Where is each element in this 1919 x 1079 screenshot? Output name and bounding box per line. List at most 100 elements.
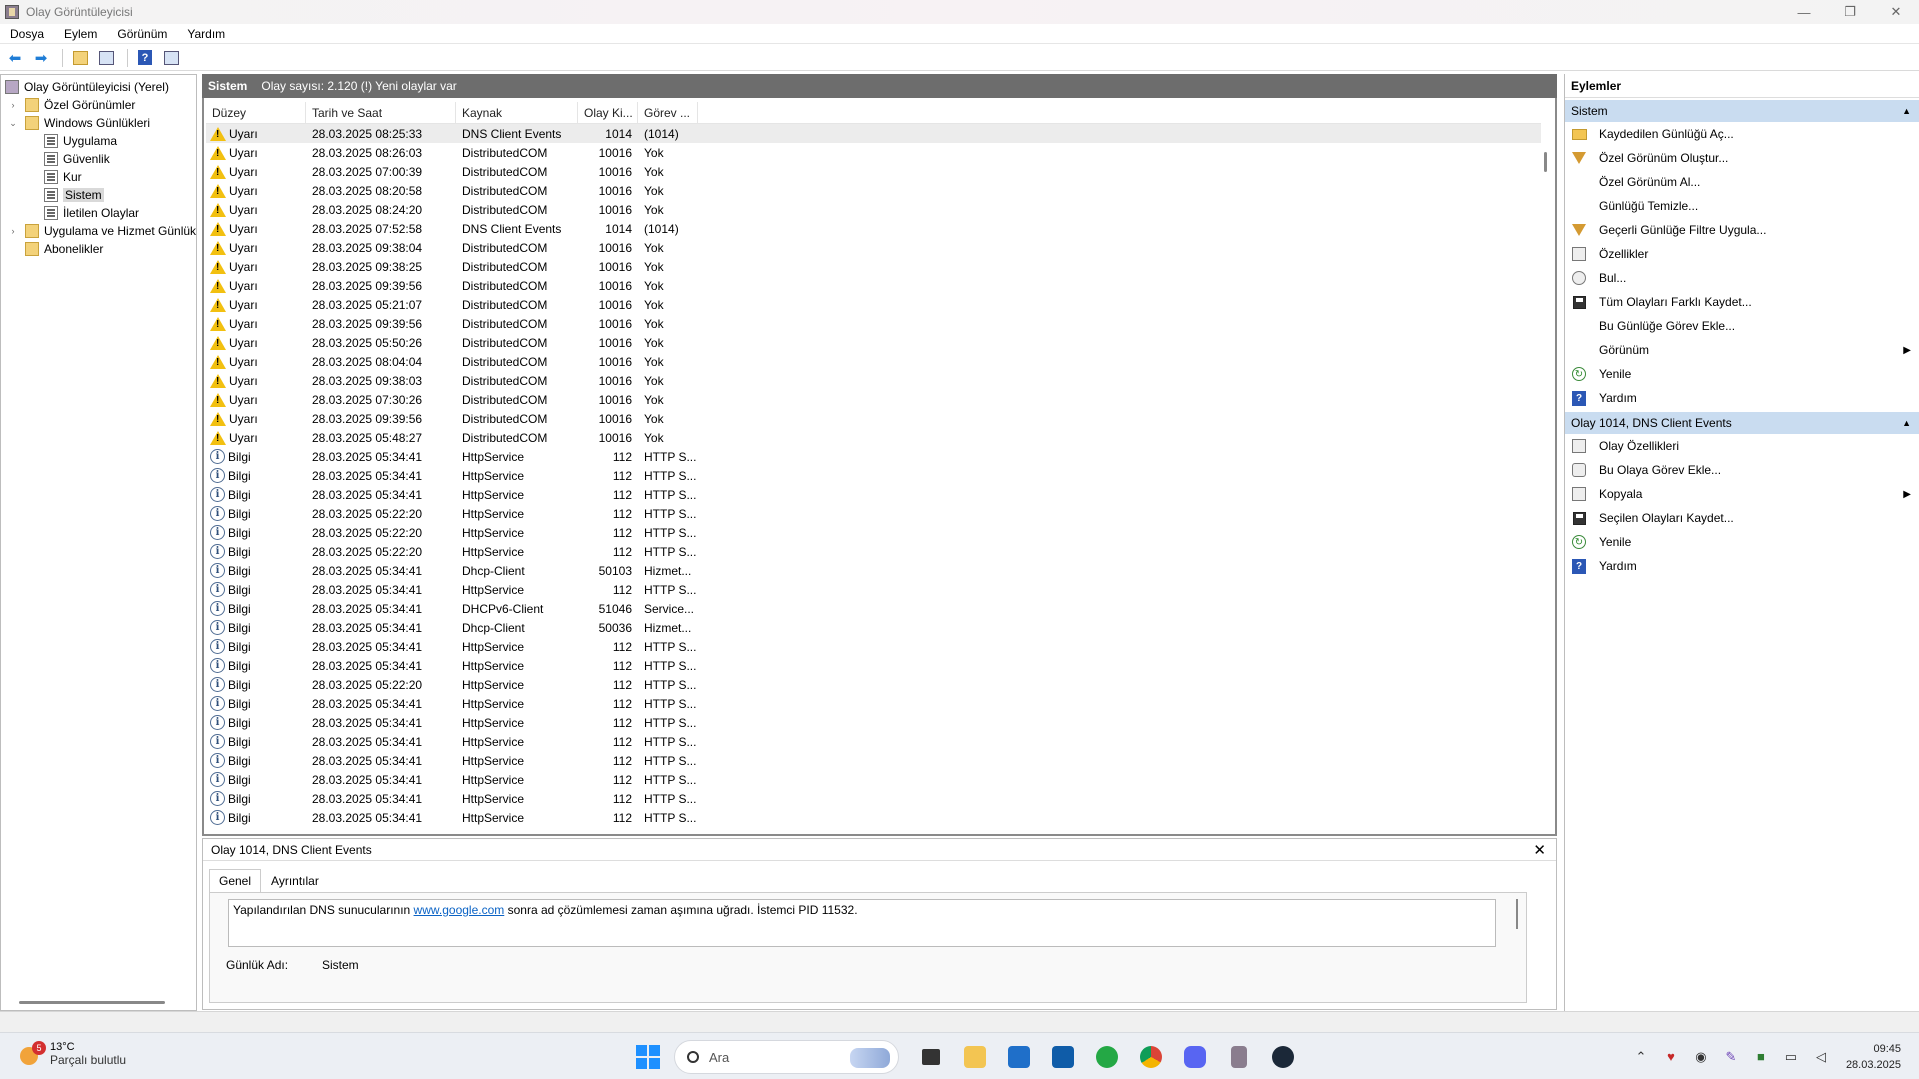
table-row[interactable]: i Bilgi 28.03.2025 05:34:41 HttpService 112 H…: [206, 447, 1541, 466]
table-row[interactable]: Uyarı 28.03.2025 08:20:58 DistributedCOM 10…: [206, 181, 1541, 200]
action-item[interactable]: Özellikler: [1565, 242, 1919, 266]
action-item[interactable]: Tüm Olayları Farklı Kaydet...: [1565, 290, 1919, 314]
action-item[interactable]: Bu Olaya Görev Ekle...: [1565, 458, 1919, 482]
show-hide-action-pane-button[interactable]: [160, 48, 182, 68]
table-row[interactable]: Uyarı 28.03.2025 07:00:39 DistributedCOM 10…: [206, 162, 1541, 181]
tree-item-custom-views[interactable]: › Özel Görünümler: [7, 96, 135, 114]
whatsapp-button[interactable]: [1089, 1039, 1125, 1075]
table-row[interactable]: i Bilgi 28.03.2025 05:34:41 Dhcp-Client 5010…: [206, 561, 1541, 580]
table-row[interactable]: i Bilgi 28.03.2025 05:34:41 HttpService 112 H…: [206, 656, 1541, 675]
chrome-button[interactable]: [1133, 1039, 1169, 1075]
table-row[interactable]: Uyarı 28.03.2025 07:30:26 DistributedCOM 10…: [206, 390, 1541, 409]
show-hide-tree-button[interactable]: [95, 48, 117, 68]
store-button[interactable]: [1001, 1039, 1037, 1075]
minimize-button[interactable]: —: [1781, 0, 1827, 24]
table-row[interactable]: Uyarı 28.03.2025 09:38:03 DistributedCOM 10…: [206, 371, 1541, 390]
maximize-button[interactable]: ❐: [1827, 0, 1873, 24]
action-section-header[interactable]: Olay 1014, DNS Client Events ▲: [1565, 412, 1919, 434]
table-row[interactable]: i Bilgi 28.03.2025 05:34:41 HttpService 112 H…: [206, 485, 1541, 504]
action-item[interactable]: Özel Görünüm Oluştur...: [1565, 146, 1919, 170]
chevron-up-icon[interactable]: ⌃: [1626, 1042, 1656, 1072]
table-row[interactable]: i Bilgi 28.03.2025 05:34:41 HttpService 112 H…: [206, 770, 1541, 789]
collapse-arrow-icon[interactable]: ▲: [1902, 106, 1911, 116]
column-header-level[interactable]: Düzey: [206, 102, 306, 123]
action-item[interactable]: Özel Görünüm Al...: [1565, 170, 1919, 194]
chevron-right-icon[interactable]: ›: [7, 226, 19, 236]
clock[interactable]: 09:45 28.03.2025: [1846, 1041, 1901, 1073]
tree-item-app-service-logs[interactable]: › Uygulama ve Hizmet Günlük: [7, 222, 196, 240]
start-button[interactable]: [636, 1045, 660, 1069]
table-row[interactable]: i Bilgi 28.03.2025 05:34:41 HttpService 112 H…: [206, 694, 1541, 713]
network-icon[interactable]: ▭: [1776, 1042, 1806, 1072]
discord-button[interactable]: [1177, 1039, 1213, 1075]
table-row[interactable]: Uyarı 28.03.2025 09:38:25 DistributedCOM 10…: [206, 257, 1541, 276]
collapse-arrow-icon[interactable]: ▲: [1902, 418, 1911, 428]
table-row[interactable]: Uyarı 28.03.2025 05:48:27 DistributedCOM 10…: [206, 428, 1541, 447]
table-row[interactable]: i Bilgi 28.03.2025 05:22:20 HttpService 112 H…: [206, 542, 1541, 561]
action-item[interactable]: Görünüm ▶: [1565, 338, 1919, 362]
close-detail-button[interactable]: ✕: [1533, 841, 1546, 859]
tree-item-subscriptions[interactable]: Abonelikler: [25, 240, 103, 258]
action-item[interactable]: ? Yardım: [1565, 554, 1919, 578]
tree-item-forwarded-events[interactable]: İletilen Olaylar: [44, 204, 139, 222]
tree-item-application[interactable]: Uygulama: [44, 132, 117, 150]
action-item[interactable]: Olay Özellikleri: [1565, 434, 1919, 458]
action-item[interactable]: Kaydedilen Günlüğü Aç...: [1565, 122, 1919, 146]
tab-details[interactable]: Ayrıntılar: [261, 869, 329, 893]
column-header-task[interactable]: Görev ...: [638, 102, 698, 123]
pen-icon[interactable]: ✎: [1716, 1042, 1746, 1072]
tree-item-windows-logs[interactable]: ⌄ Windows Günlükleri: [7, 114, 150, 132]
table-row[interactable]: Uyarı 28.03.2025 08:24:20 DistributedCOM 10…: [206, 200, 1541, 219]
table-row[interactable]: i Bilgi 28.03.2025 05:34:41 HttpService 112 H…: [206, 466, 1541, 485]
table-row[interactable]: i Bilgi 28.03.2025 05:34:41 HttpService 112 H…: [206, 789, 1541, 808]
event-viewer-taskbar-button[interactable]: [1221, 1039, 1257, 1075]
action-item[interactable]: ↻ Yenile: [1565, 530, 1919, 554]
message-link[interactable]: www.google.com: [414, 903, 505, 917]
volume-icon[interactable]: ◁: [1806, 1042, 1836, 1072]
action-section-header[interactable]: Sistem ▲: [1565, 100, 1919, 122]
menu-gorunum[interactable]: Görünüm: [107, 27, 177, 41]
back-button[interactable]: ⬅: [4, 48, 26, 68]
table-row[interactable]: Uyarı 28.03.2025 08:25:33 DNS Client Event…: [206, 124, 1541, 143]
steam-tray-icon[interactable]: ◉: [1686, 1042, 1716, 1072]
tree-item-root[interactable]: Olay Görüntüleyicisi (Yerel): [5, 78, 169, 96]
column-header-source[interactable]: Kaynak: [456, 102, 578, 123]
table-row[interactable]: i Bilgi 28.03.2025 05:34:41 HttpService 112 H…: [206, 808, 1541, 827]
table-row[interactable]: i Bilgi 28.03.2025 05:22:20 HttpService 112 H…: [206, 504, 1541, 523]
column-header-date[interactable]: Tarih ve Saat: [306, 102, 456, 123]
menu-yardim[interactable]: Yardım: [177, 27, 235, 41]
table-row[interactable]: Uyarı 28.03.2025 08:26:03 DistributedCOM 10…: [206, 143, 1541, 162]
table-row[interactable]: Uyarı 28.03.2025 09:39:56 DistributedCOM 10…: [206, 276, 1541, 295]
action-item[interactable]: Kopyala ▶: [1565, 482, 1919, 506]
action-item[interactable]: ? Yardım: [1565, 386, 1919, 410]
table-row[interactable]: i Bilgi 28.03.2025 05:34:41 Dhcp-Client 5003…: [206, 618, 1541, 637]
task-view-button[interactable]: [913, 1039, 949, 1075]
action-item[interactable]: Bu Günlüğe Görev Ekle...: [1565, 314, 1919, 338]
chevron-right-icon[interactable]: ›: [7, 100, 19, 110]
column-header-event-id[interactable]: Olay Ki...: [578, 102, 638, 123]
nvidia-icon[interactable]: ■: [1746, 1042, 1776, 1072]
table-row[interactable]: i Bilgi 28.03.2025 05:22:20 HttpService 112 H…: [206, 675, 1541, 694]
table-row[interactable]: Uyarı 28.03.2025 07:52:58 DNS Client Event…: [206, 219, 1541, 238]
horizontal-scrollbar[interactable]: [19, 1001, 165, 1004]
table-row[interactable]: Uyarı 28.03.2025 05:21:07 DistributedCOM 10…: [206, 295, 1541, 314]
table-row[interactable]: i Bilgi 28.03.2025 05:34:41 HttpService 112 H…: [206, 580, 1541, 599]
tree-item-setup[interactable]: Kur: [44, 168, 82, 186]
close-button[interactable]: ✕: [1873, 0, 1919, 24]
table-row[interactable]: i Bilgi 28.03.2025 05:34:41 HttpService 112 H…: [206, 713, 1541, 732]
help-button[interactable]: ?: [134, 48, 156, 68]
outlook-button[interactable]: [1045, 1039, 1081, 1075]
taskbar-search[interactable]: Ara: [674, 1040, 899, 1074]
file-explorer-button[interactable]: [957, 1039, 993, 1075]
menu-eylem[interactable]: Eylem: [54, 27, 107, 41]
vertical-scrollbar[interactable]: [1544, 152, 1547, 172]
table-row[interactable]: Uyarı 28.03.2025 05:50:26 DistributedCOM 10…: [206, 333, 1541, 352]
table-row[interactable]: i Bilgi 28.03.2025 05:34:41 HttpService 112 H…: [206, 751, 1541, 770]
action-item[interactable]: Bul...: [1565, 266, 1919, 290]
weather-widget[interactable]: 5 13°C Parçalı bulutlu: [18, 1041, 126, 1067]
table-row[interactable]: i Bilgi 28.03.2025 05:34:41 HttpService 112 H…: [206, 732, 1541, 751]
table-row[interactable]: i Bilgi 28.03.2025 05:22:20 HttpService 112 H…: [206, 523, 1541, 542]
antivirus-icon[interactable]: ♥: [1656, 1042, 1686, 1072]
action-item[interactable]: Geçerli Günlüğe Filtre Uygula...: [1565, 218, 1919, 242]
table-row[interactable]: Uyarı 28.03.2025 08:04:04 DistributedCOM 10…: [206, 352, 1541, 371]
